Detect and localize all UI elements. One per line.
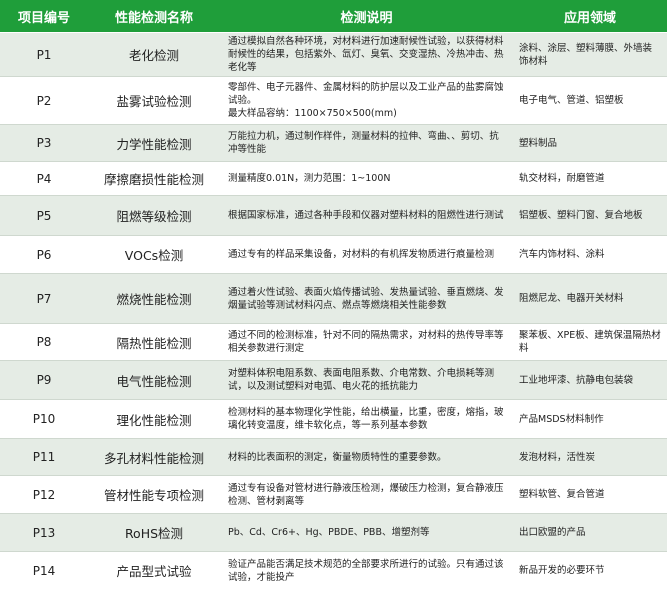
item-code: P12 bbox=[0, 475, 88, 514]
item-description-size: 最大样品容纳：1100×750×500(mm) bbox=[228, 108, 397, 119]
header-desc: 检测说明 bbox=[220, 0, 513, 33]
table-row: P3 力学性能检测 万能拉力机，通过制作样件，测量材料的拉伸、弯曲、、剪切、抗冲… bbox=[0, 124, 667, 162]
header-code: 项目编号 bbox=[0, 0, 88, 33]
header-app: 应用领域 bbox=[513, 0, 667, 33]
item-application: 新品开发的必要环节 bbox=[513, 551, 667, 590]
table-row: P12 管材性能专项检测 通过专有设备对管材进行静液压检测，爆破压力检测，复合静… bbox=[0, 475, 667, 514]
item-description: 对塑料体积电阻系数、表面电阻系数、介电常数、介电损耗等测试，以及测试塑料对电弧、… bbox=[220, 360, 513, 400]
item-name: 老化检测 bbox=[88, 32, 220, 77]
item-name: RoHS检测 bbox=[88, 513, 220, 552]
item-name: 燃烧性能检测 bbox=[88, 273, 220, 324]
item-description: 通过着火性试验、表面火焰传播试验、发热量试验、垂直燃烧、发烟量试验等测试材料闪点… bbox=[220, 273, 513, 324]
item-name: 理化性能检测 bbox=[88, 399, 220, 439]
item-application: 铝塑板、塑料门窗、复合地板 bbox=[513, 195, 667, 236]
item-description: 根据国家标准，通过各种手段和仪器对塑料材料的阻燃性进行测试 bbox=[220, 195, 513, 236]
table-row: P14 产品型式试验 验证产品能否满足技术规范的全部要求所进行的试验。只有通过该… bbox=[0, 551, 667, 590]
item-description: 通过专有的样品采集设备，对材料的有机挥发物质进行痕量检测 bbox=[220, 235, 513, 274]
item-code: P10 bbox=[0, 399, 88, 439]
item-name: 力学性能检测 bbox=[88, 124, 220, 162]
table-row: P2 盐雾试验检测 零部件、电子元器件、金属材料的防护层以及工业产品的盐雾腐蚀试… bbox=[0, 76, 667, 125]
item-code: P8 bbox=[0, 323, 88, 361]
item-code: P3 bbox=[0, 124, 88, 162]
item-application: 阻燃尼龙、电器开关材料 bbox=[513, 273, 667, 324]
item-application: 塑料软管、复合管道 bbox=[513, 475, 667, 514]
item-description: 通过专有设备对管材进行静液压检测，爆破压力检测，复合静液压检测、管材剥离等 bbox=[220, 475, 513, 514]
table-row: P9 电气性能检测 对塑料体积电阻系数、表面电阻系数、介电常数、介电损耗等测试，… bbox=[0, 360, 667, 400]
item-name: 阻燃等级检测 bbox=[88, 195, 220, 236]
table-header-row: 项目编号 性能检测名称 检测说明 应用领域 bbox=[0, 0, 667, 33]
item-name: 管材性能专项检测 bbox=[88, 475, 220, 514]
item-code: P1 bbox=[0, 32, 88, 77]
item-application: 轨交材料，耐磨管道 bbox=[513, 161, 667, 196]
item-application: 聚苯板、XPE板、建筑保温隔热材料 bbox=[513, 323, 667, 361]
item-description-text: 零部件、电子元器件、金属材料的防护层以及工业产品的盐雾腐蚀试验。 bbox=[228, 82, 504, 106]
table-row: P6 VOCs检测 通过专有的样品采集设备，对材料的有机挥发物质进行痕量检测 汽… bbox=[0, 235, 667, 274]
item-name: 隔热性能检测 bbox=[88, 323, 220, 361]
item-description: 验证产品能否满足技术规范的全部要求所进行的试验。只有通过该试验，才能投产 bbox=[220, 551, 513, 590]
header-name: 性能检测名称 bbox=[88, 0, 220, 33]
item-code: P14 bbox=[0, 551, 88, 590]
item-code: P6 bbox=[0, 235, 88, 274]
item-application: 汽车内饰材料、涂料 bbox=[513, 235, 667, 274]
item-code: P13 bbox=[0, 513, 88, 552]
item-application: 工业地坪漆、抗静电包装袋 bbox=[513, 360, 667, 400]
item-code: P2 bbox=[0, 76, 88, 125]
item-application: 涂料、涂层、塑料薄膜、外墙装饰材料 bbox=[513, 32, 667, 77]
table-row: P13 RoHS检测 Pb、Cd、Cr6+、Hg、PBDE、PBB、增塑剂等 出… bbox=[0, 513, 667, 552]
item-application: 电子电气、管道、铝塑板 bbox=[513, 76, 667, 125]
table-row: P4 摩擦磨损性能检测 测量精度0.01N，测力范围：1~100N 轨交材料，耐… bbox=[0, 161, 667, 196]
item-description: 万能拉力机，通过制作样件，测量材料的拉伸、弯曲、、剪切、抗冲等性能 bbox=[220, 124, 513, 162]
item-code: P7 bbox=[0, 273, 88, 324]
item-name: 产品型式试验 bbox=[88, 551, 220, 590]
table-row: P7 燃烧性能检测 通过着火性试验、表面火焰传播试验、发热量试验、垂直燃烧、发烟… bbox=[0, 273, 667, 324]
item-description: 材料的比表面积的测定，衡量物质特性的重要参数。 bbox=[220, 438, 513, 476]
item-name: 盐雾试验检测 bbox=[88, 76, 220, 125]
item-description: 通过不同的检测标准，针对不同的隔热需求，对材料的热传导率等相关参数进行测定 bbox=[220, 323, 513, 361]
table-row: P8 隔热性能检测 通过不同的检测标准，针对不同的隔热需求，对材料的热传导率等相… bbox=[0, 323, 667, 361]
item-name: 多孔材料性能检测 bbox=[88, 438, 220, 476]
table-row: P10 理化性能检测 检测材料的基本物理化学性能，给出横量，比重，密度，熔指，玻… bbox=[0, 399, 667, 439]
item-code: P11 bbox=[0, 438, 88, 476]
item-application: 发泡材料，活性炭 bbox=[513, 438, 667, 476]
item-code: P9 bbox=[0, 360, 88, 400]
item-application: 塑料制品 bbox=[513, 124, 667, 162]
item-application: 产品MSDS材料制作 bbox=[513, 399, 667, 439]
item-name: 电气性能检测 bbox=[88, 360, 220, 400]
test-items-table: 项目编号 性能检测名称 检测说明 应用领域 P1 老化检测 通过模拟自然各种环境… bbox=[0, 0, 667, 590]
item-description: 检测材料的基本物理化学性能，给出横量，比重，密度，熔指，玻璃化转变温度，维卡软化… bbox=[220, 399, 513, 439]
item-description: Pb、Cd、Cr6+、Hg、PBDE、PBB、增塑剂等 bbox=[220, 513, 513, 552]
item-description: 通过模拟自然各种环境，对材料进行加速耐候性试验，以获得材料耐候性的结果，包括紫外… bbox=[220, 32, 513, 77]
item-description: 测量精度0.01N，测力范围：1~100N bbox=[220, 161, 513, 196]
item-name: VOCs检测 bbox=[88, 235, 220, 274]
item-application: 出口欧盟的产品 bbox=[513, 513, 667, 552]
item-code: P4 bbox=[0, 161, 88, 196]
table-row: P1 老化检测 通过模拟自然各种环境，对材料进行加速耐候性试验，以获得材料耐候性… bbox=[0, 32, 667, 77]
table-row: P5 阻燃等级检测 根据国家标准，通过各种手段和仪器对塑料材料的阻燃性进行测试 … bbox=[0, 195, 667, 236]
item-description: 零部件、电子元器件、金属材料的防护层以及工业产品的盐雾腐蚀试验。 最大样品容纳：… bbox=[220, 76, 513, 125]
table-row: P11 多孔材料性能检测 材料的比表面积的测定，衡量物质特性的重要参数。 发泡材… bbox=[0, 438, 667, 476]
item-name: 摩擦磨损性能检测 bbox=[88, 161, 220, 196]
item-code: P5 bbox=[0, 195, 88, 236]
